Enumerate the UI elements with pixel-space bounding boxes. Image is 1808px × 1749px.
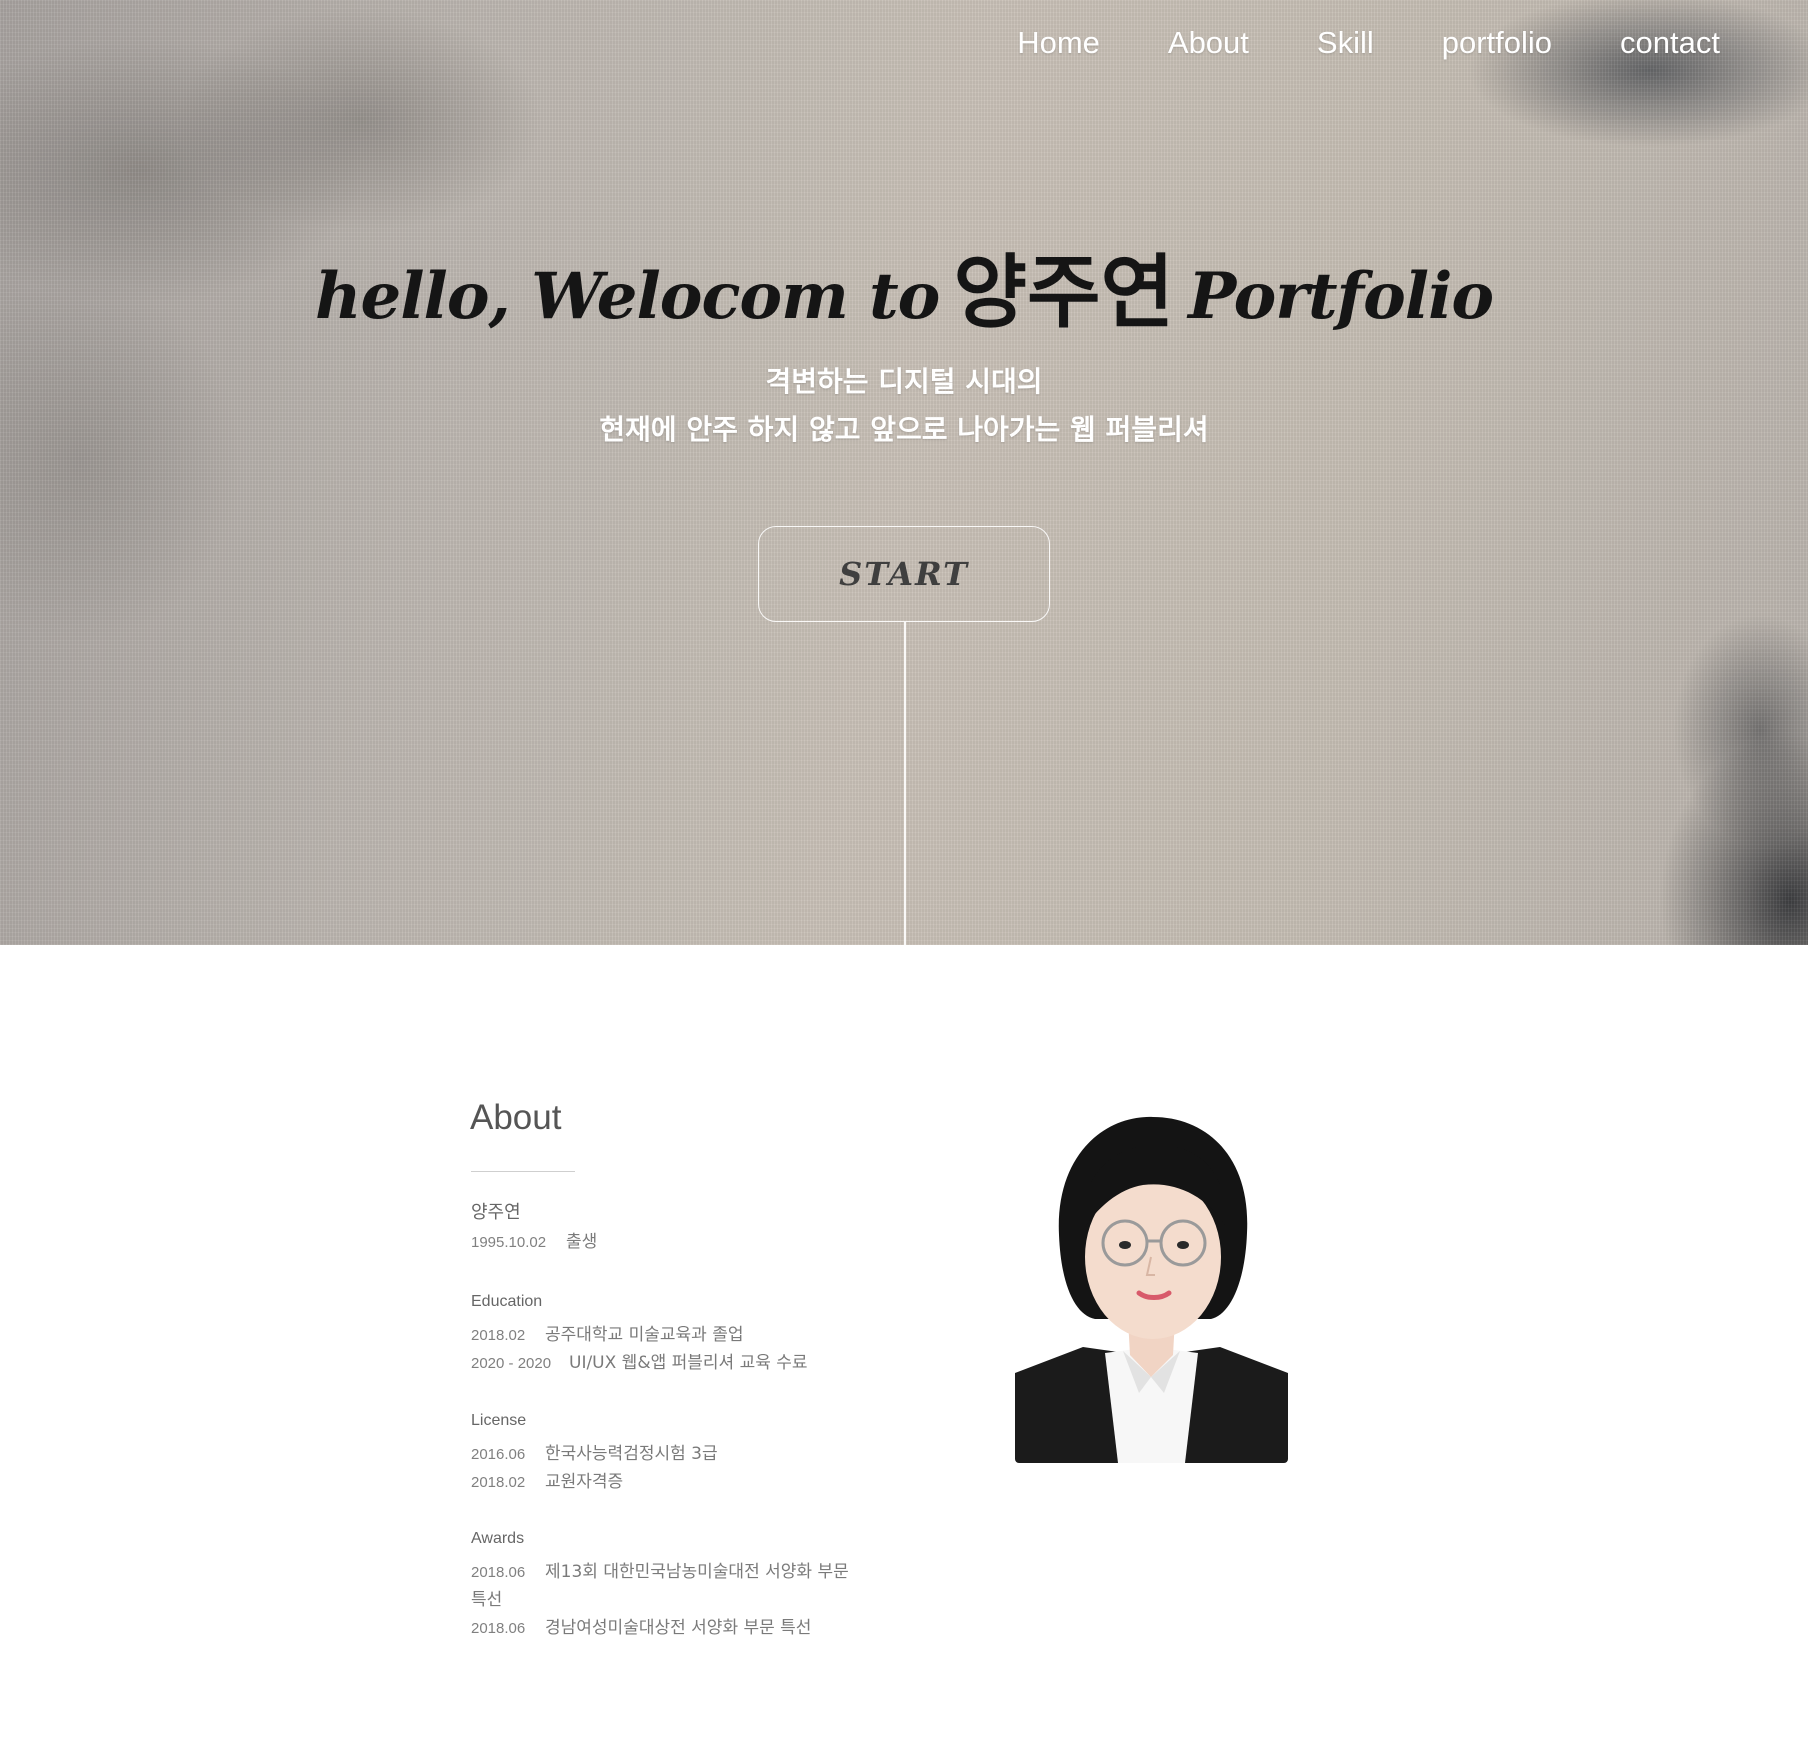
awards-text: 제13회 대한민국남농미술대전 서양화 부문 [545, 1562, 849, 1582]
license-heading: License [471, 1412, 527, 1429]
about-birth-row: 1995.10.02 출생 [471, 1227, 597, 1252]
hero-title-portfolio: Portfolio [1188, 259, 1494, 334]
hero-title-name: 양주연 [953, 246, 1175, 339]
education-heading: Education [471, 1293, 543, 1310]
birth-label: 출생 [566, 1232, 598, 1252]
license-date: 2016.06 [471, 1446, 526, 1463]
awards-text-continued: 특선 [471, 1590, 503, 1610]
start-button[interactable]: START [758, 526, 1050, 622]
nav-skill-link[interactable]: Skill [1317, 22, 1374, 64]
license-date: 2018.02 [471, 1474, 526, 1491]
about-heading: About [470, 1098, 562, 1137]
start-connector-line [904, 622, 906, 945]
license-text: 교원자격증 [545, 1472, 624, 1492]
birth-date: 1995.10.02 [471, 1234, 547, 1251]
license-item: 2016.06 한국사능력검정시험 3급 [471, 1439, 718, 1464]
awards-heading: Awards [471, 1530, 525, 1547]
nav-contact-link[interactable]: contact [1620, 22, 1720, 64]
top-nav: Home About Skill portfolio contact [949, 22, 1720, 64]
awards-item: 2018.06 경남여성미술대상전 서양화 부문 특선 [471, 1613, 811, 1638]
nav-home-link[interactable]: Home [1017, 22, 1100, 64]
hero-title: hello, Welocom to 양주연 Portfolio [0, 228, 1808, 344]
hero-subtitle-line2: 현재에 안주 하지 않고 앞으로 나아가는 웹 퍼블리셔 [599, 413, 1209, 446]
education-date: 2018.02 [471, 1327, 526, 1344]
license-text: 한국사능력검정시험 3급 [545, 1444, 718, 1464]
education-date: 2020 - 2020 [471, 1355, 552, 1372]
awards-date: 2018.06 [471, 1620, 526, 1637]
about-name: 양주연 [471, 1202, 521, 1223]
education-text: UI/UX 웹&앱 퍼블리셔 교육 수료 [569, 1353, 808, 1373]
awards-date: 2018.06 [471, 1564, 526, 1581]
awards-item-continued: 특선 [471, 1585, 502, 1610]
profile-portrait-illustration [1015, 1115, 1288, 1463]
education-item: 2018.02 공주대학교 미술교육과 졸업 [471, 1320, 744, 1345]
about-divider [471, 1171, 575, 1172]
hero-subtitle-line1: 격변하는 디지털 시대의 [765, 365, 1043, 398]
hero-title-greeting: hello, Welocom to [314, 259, 940, 334]
about-name-row: 양주연 [471, 1198, 521, 1224]
license-item: 2018.02 교원자격증 [471, 1467, 623, 1492]
education-item: 2020 - 2020 UI/UX 웹&앱 퍼블리셔 교육 수료 [471, 1348, 808, 1373]
nav-portfolio-link[interactable]: portfolio [1442, 22, 1552, 64]
awards-text: 경남여성미술대상전 서양화 부문 특선 [545, 1618, 812, 1638]
hero-section: Home About Skill portfolio contact hello… [0, 0, 1808, 945]
nav-about-link[interactable]: About [1168, 22, 1249, 64]
profile-photo [1015, 1115, 1288, 1463]
awards-item: 2018.06 제13회 대한민국남농미술대전 서양화 부문 [471, 1557, 849, 1582]
education-text: 공주대학교 미술교육과 졸업 [545, 1325, 744, 1345]
